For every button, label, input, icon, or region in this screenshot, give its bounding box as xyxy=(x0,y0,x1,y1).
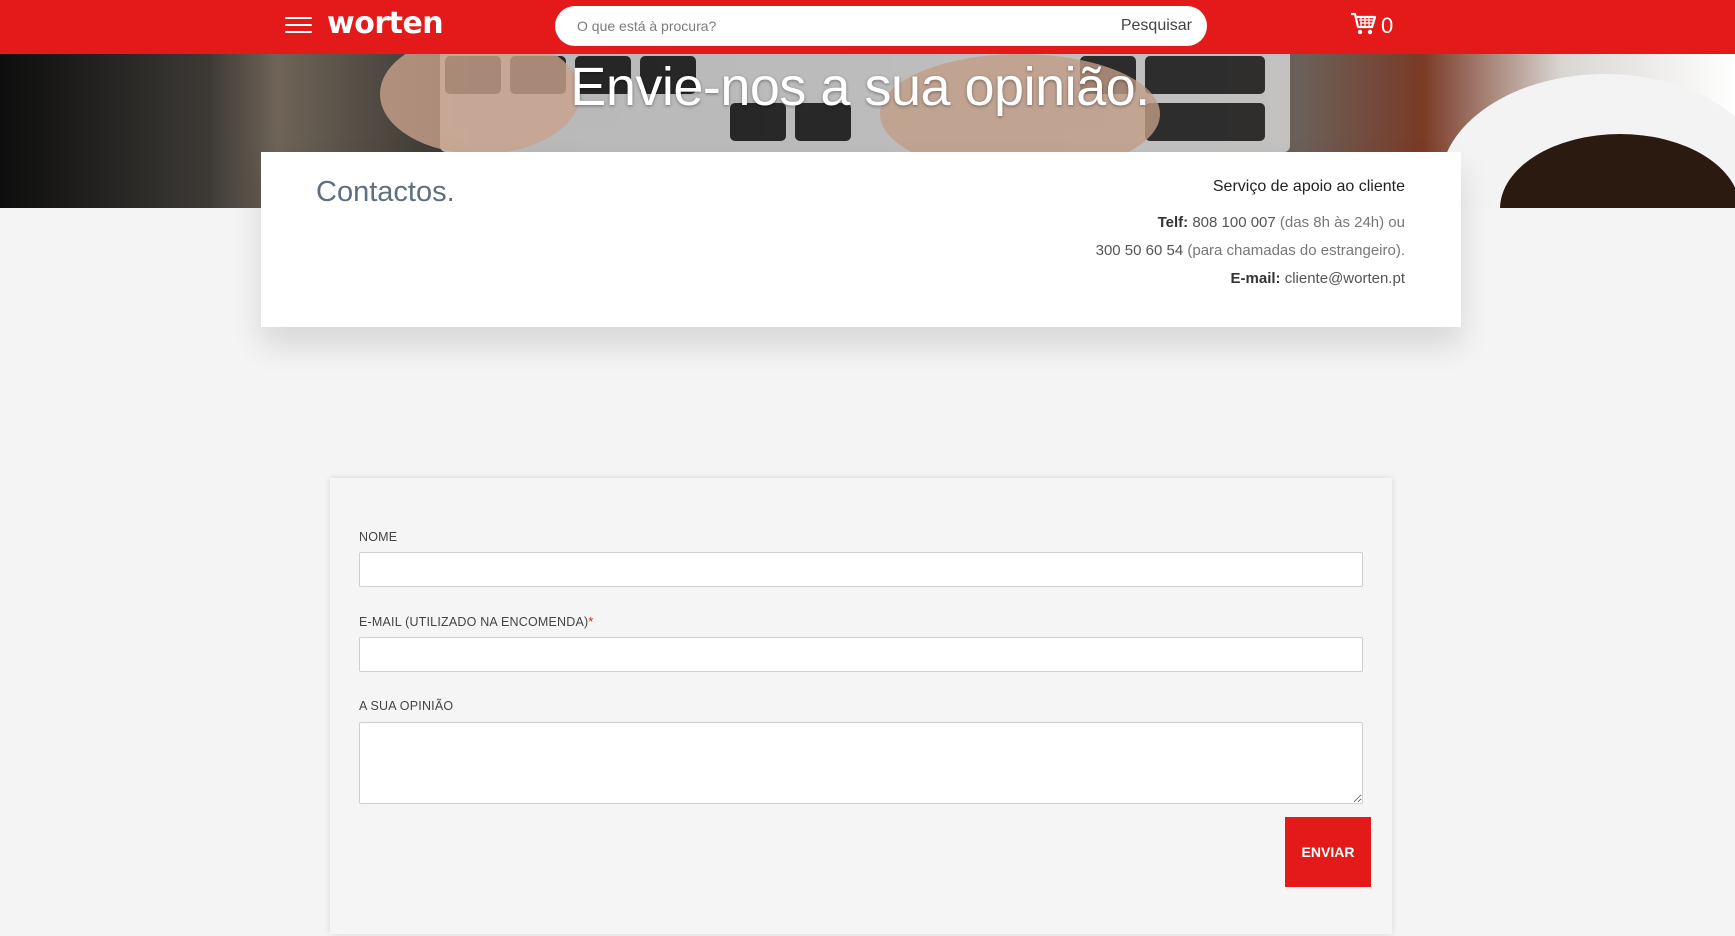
opinion-label: A SUA OPINIÃO xyxy=(359,699,454,713)
phone-intl-note: (para chamadas do estrangeiro). xyxy=(1187,242,1405,259)
required-mark: * xyxy=(588,615,594,629)
cart-count: 0 xyxy=(1381,13,1394,38)
email-field[interactable] xyxy=(359,637,1363,672)
cart-button[interactable]: 0 xyxy=(1350,11,1393,41)
hamburger-menu-icon[interactable] xyxy=(285,14,313,36)
email-label-text: E-MAIL (UTILIZADO NA ENCOMENDA) xyxy=(359,615,589,629)
opinion-textarea[interactable] xyxy=(359,722,1363,804)
worten-logo[interactable]: worten xyxy=(327,6,444,41)
email-line: E-mail: cliente@worten.pt xyxy=(1096,265,1405,293)
customer-service-info: Serviço de apoio ao cliente Telf: 808 10… xyxy=(1096,178,1405,293)
service-title: Serviço de apoio ao cliente xyxy=(1212,178,1405,195)
email-label: E-mail: xyxy=(1230,270,1281,287)
submit-button[interactable]: ENVIAR xyxy=(1285,817,1371,887)
shopping-cart-icon xyxy=(1350,12,1378,41)
phone-number[interactable]: 808 100 007 xyxy=(1192,214,1275,231)
search-button[interactable]: Pesquisar xyxy=(1121,6,1192,46)
feedback-form: NOME E-MAIL (UTILIZADO NA ENCOMENDA)* A … xyxy=(330,478,1392,934)
email-label: E-MAIL (UTILIZADO NA ENCOMENDA)* xyxy=(359,615,593,629)
search-input[interactable] xyxy=(577,6,1057,46)
search-bar: Pesquisar xyxy=(555,6,1207,46)
top-header: worten Pesquisar 0 xyxy=(0,0,1735,54)
page-title: Envie-nos a sua opinião. xyxy=(570,57,1150,117)
phone-intl-number[interactable]: 300 50 60 54 xyxy=(1096,242,1184,259)
phone-intl-line: 300 50 60 54 (para chamadas do estrangei… xyxy=(1096,237,1405,265)
phone-label: Telf: xyxy=(1157,214,1189,231)
name-label: NOME xyxy=(359,530,398,544)
phone-line: Telf: 808 100 007 (das 8h às 24h) ou xyxy=(1096,209,1405,237)
name-field[interactable] xyxy=(359,552,1363,587)
contacts-card: Contactos. Serviço de apoio ao cliente T… xyxy=(261,152,1461,327)
contacts-title: Contactos. xyxy=(316,176,455,208)
email-link[interactable]: cliente@worten.pt xyxy=(1285,270,1405,287)
phone-hours: (das 8h às 24h) ou xyxy=(1279,214,1405,231)
